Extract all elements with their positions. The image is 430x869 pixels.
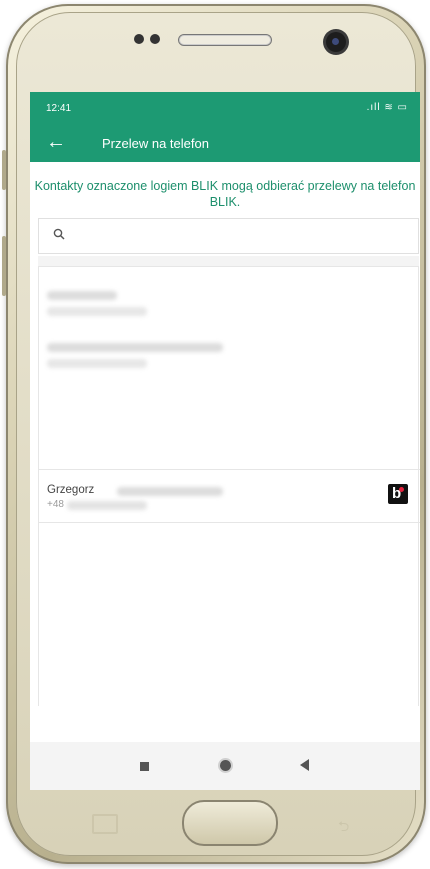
hardware-home-button[interactable]: [182, 800, 278, 846]
search-input[interactable]: [75, 225, 409, 249]
android-nav-bar: [30, 742, 420, 790]
front-camera: [326, 32, 346, 52]
blurred-name: [47, 291, 117, 300]
hardware-recent-icon[interactable]: [92, 814, 118, 834]
page-title: Przelew na telefon: [102, 136, 209, 151]
status-time: 12:41: [46, 103, 72, 114]
blik-logo-icon: b: [388, 484, 408, 504]
home-icon[interactable]: [220, 760, 231, 771]
volume-button: [2, 150, 6, 190]
contact-phone: +48: [47, 499, 64, 510]
recent-apps-icon[interactable]: [140, 762, 149, 771]
status-bar: 12:41 .ıll ≋ ▭: [30, 92, 420, 124]
phone-screen: 12:41 .ıll ≋ ▭ ← Przelew na telefon Kont…: [30, 92, 420, 790]
contact-name: Grzegorz: [47, 484, 95, 496]
blik-info-text: Kontakty oznaczone logiem BLIK mogą odbi…: [34, 179, 416, 209]
hardware-back-icon[interactable]: ⮌: [338, 816, 362, 834]
search-icon: [53, 228, 65, 240]
search-box[interactable]: [38, 218, 419, 254]
sensor-dot: [134, 34, 144, 44]
back-triangle-icon[interactable]: [300, 759, 309, 771]
earpiece-speaker: [178, 34, 272, 46]
arrow-left-icon[interactable]: ←: [46, 132, 66, 152]
list-item-blurred[interactable]: [39, 327, 420, 381]
blik-logo-dot: [399, 487, 404, 492]
contact-list: Grzegorz +48 b: [38, 266, 420, 706]
list-item-contact[interactable]: Grzegorz +48 b: [39, 469, 420, 523]
list-item-blurred[interactable]: [39, 275, 420, 329]
blurred-surname: [117, 487, 223, 496]
side-button: [2, 236, 6, 296]
list-header-strip: [38, 256, 419, 266]
blurred-number: [67, 501, 147, 510]
status-icons: .ıll ≋ ▭: [366, 102, 408, 113]
blurred-phone: [47, 307, 147, 316]
app-bar: ← Przelew na telefon: [30, 124, 420, 162]
blurred-phone: [47, 359, 147, 368]
sensor-dot: [150, 34, 160, 44]
blurred-name: [47, 343, 223, 352]
